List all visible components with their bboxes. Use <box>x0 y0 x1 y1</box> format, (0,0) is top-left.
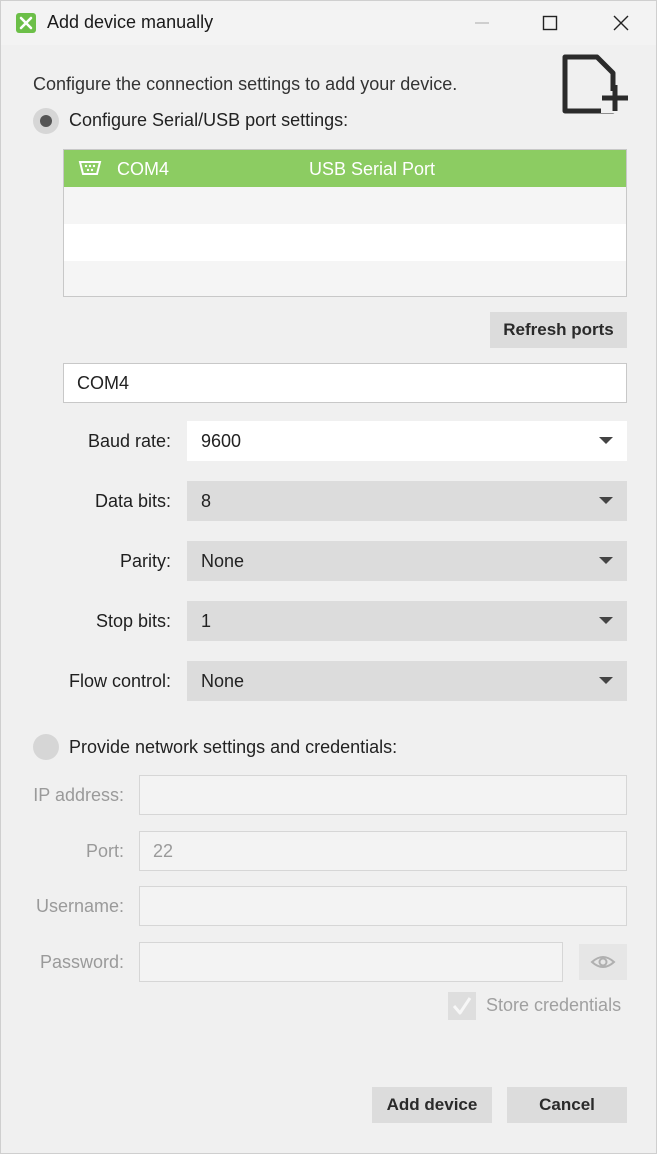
port-list-empty-row <box>64 187 626 224</box>
ip-address-input[interactable] <box>139 775 627 815</box>
cancel-button[interactable]: Cancel <box>507 1087 627 1123</box>
parity-value: None <box>201 551 245 571</box>
stop-bits-value: 1 <box>201 611 212 631</box>
password-input[interactable] <box>139 942 563 982</box>
close-icon <box>613 15 629 31</box>
network-radio-button[interactable] <box>33 734 59 760</box>
baud-rate-combobox[interactable]: 9600 <box>187 421 627 461</box>
baud-rate-value: 9600 <box>201 431 242 451</box>
app-logo-icon <box>16 13 36 33</box>
serial-radio-label[interactable]: Configure Serial/USB port settings: <box>69 110 348 131</box>
port-label: Port: <box>85 841 124 861</box>
username-input[interactable] <box>139 886 627 926</box>
stop-bits-combobox[interactable]: 1 <box>187 601 627 641</box>
maximize-icon <box>542 15 558 31</box>
ip-address-label: IP address: <box>33 785 124 805</box>
data-bits-combobox[interactable]: 8 <box>187 481 627 521</box>
window-title: Add device manually <box>47 12 214 32</box>
dropdown-arrow-icon <box>599 557 613 564</box>
username-label: Username: <box>35 896 124 916</box>
store-credentials-label[interactable]: Store credentials <box>486 995 621 1016</box>
add-device-dialog: Add device manually Configure the connec… <box>0 0 657 1154</box>
add-device-button[interactable]: Add device <box>372 1087 492 1123</box>
password-label: Password: <box>39 952 124 972</box>
port-input[interactable]: 22 <box>139 831 627 871</box>
maximize-button[interactable] <box>527 1 573 45</box>
flow-control-label: Flow control: <box>68 671 171 691</box>
port-name-input[interactable]: COM4 <box>63 363 627 403</box>
show-password-button[interactable] <box>579 944 627 980</box>
minimize-button[interactable] <box>459 1 505 45</box>
radio-selected-dot <box>40 115 52 127</box>
dropdown-arrow-icon <box>599 437 613 444</box>
stop-bits-label: Stop bits: <box>95 611 171 631</box>
baud-rate-label: Baud rate: <box>87 431 171 451</box>
port-list-empty-row <box>64 261 626 296</box>
dropdown-arrow-icon <box>599 497 613 504</box>
port-description: USB Serial Port <box>309 159 436 179</box>
eye-icon <box>590 956 616 968</box>
intro-text: Configure the connection settings to add… <box>33 74 458 94</box>
checkmark-icon <box>452 997 472 1015</box>
refresh-ports-button[interactable]: Refresh ports <box>490 312 627 348</box>
data-bits-label: Data bits: <box>94 491 171 511</box>
serial-radio-button[interactable] <box>33 108 59 134</box>
data-bits-value: 8 <box>201 491 212 511</box>
dropdown-arrow-icon <box>599 617 613 624</box>
minimize-icon <box>475 22 489 24</box>
network-radio-label[interactable]: Provide network settings and credentials… <box>69 737 397 758</box>
title-bar: Add device manually <box>1 1 656 45</box>
dropdown-arrow-icon <box>599 677 613 684</box>
port-name-value: COM4 <box>77 373 130 393</box>
parity-label: Parity: <box>119 551 171 571</box>
flow-control-combobox[interactable]: None <box>187 661 627 701</box>
serial-port-icon <box>78 161 102 175</box>
port-list-item[interactable]: COM4 USB Serial Port <box>64 150 626 187</box>
store-credentials-checkbox[interactable] <box>448 992 476 1020</box>
port-list-empty-row <box>64 224 626 261</box>
port-name: COM4 <box>117 159 170 179</box>
flow-control-value: None <box>201 671 245 691</box>
parity-combobox[interactable]: None <box>187 541 627 581</box>
close-button[interactable] <box>598 1 644 45</box>
port-value: 22 <box>153 841 174 861</box>
port-list[interactable]: COM4 USB Serial Port <box>63 149 627 297</box>
add-device-icon <box>562 54 628 114</box>
